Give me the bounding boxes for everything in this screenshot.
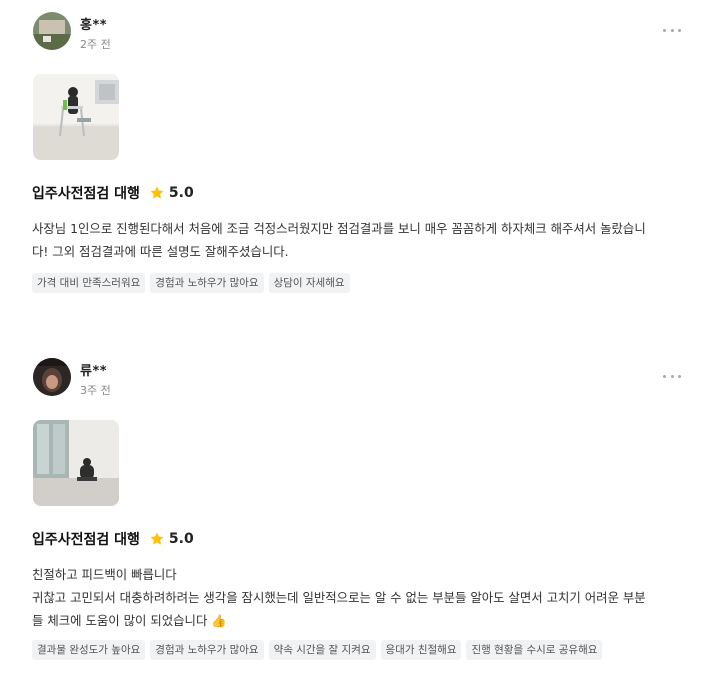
review-tag: 상담이 자세해요 — [268, 273, 350, 293]
review-card: 류** 3주 전 입주사전점검 대행 5.0 친절하고 피드백이 빠릅니다 귀찮… — [32, 356, 684, 660]
review-card: 홍** 2주 전 입주사전점검 대행 5.0 사장님 1인으로 진행된다해서 처… — [32, 10, 684, 293]
review-score: 5.0 — [168, 531, 194, 547]
review-photo[interactable] — [33, 74, 119, 160]
star-icon — [150, 186, 164, 199]
review-date: 3주 전 — [80, 384, 111, 397]
star-icon — [150, 532, 164, 545]
more-horizontal-icon[interactable] — [660, 368, 684, 384]
reviewer-name: 홍** — [80, 18, 108, 33]
review-header: 홍** 2주 전 — [32, 10, 684, 54]
review-tag: 결과물 완성도가 높아요 — [32, 640, 146, 660]
review-tag: 응대가 친절해요 — [380, 640, 462, 660]
review-tag: 약속 시간을 잘 지켜요 — [268, 640, 376, 660]
review-date: 2주 전 — [80, 38, 111, 51]
review-title: 입주사전점검 대행 5.0 — [32, 529, 194, 549]
review-photo[interactable] — [33, 420, 119, 506]
review-tag: 경험과 노하우가 많아요 — [150, 640, 264, 660]
review-text: 사장님 1인으로 진행된다해서 처음에 조금 걱정스러웠지만 점검결과를 보니 … — [32, 221, 646, 259]
review-title: 입주사전점검 대행 5.0 — [32, 183, 194, 203]
review-tag: 진행 현황을 수시로 공유해요 — [466, 640, 603, 660]
more-horizontal-icon[interactable] — [660, 22, 684, 38]
review-tags: 가격 대비 만족스러워요 경험과 노하우가 많아요 상담이 자세해요 — [32, 273, 350, 293]
review-tags: 결과물 완성도가 높아요 경험과 노하우가 많아요 약속 시간을 잘 지켜요 응… — [32, 640, 603, 660]
avatar[interactable] — [33, 12, 71, 50]
reviewer-name: 류** — [80, 364, 108, 379]
review-tag: 경험과 노하우가 많아요 — [150, 273, 264, 293]
review-tag: 가격 대비 만족스러워요 — [32, 273, 146, 293]
avatar[interactable] — [33, 358, 71, 396]
service-name: 입주사전점검 대행 — [32, 532, 140, 548]
review-header: 류** 3주 전 — [32, 356, 684, 400]
review-text: 친절하고 피드백이 빠릅니다 귀찮고 고민되서 대충하려하려는 생각을 잠시했는… — [32, 567, 646, 628]
service-name: 입주사전점검 대행 — [32, 186, 140, 202]
review-score: 5.0 — [168, 185, 194, 201]
